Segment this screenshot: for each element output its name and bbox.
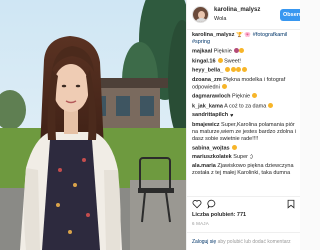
login-prompt: Zaloguj się aby polubić lub dodać koment… <box>187 232 300 250</box>
comment-text: A coż to za dama <box>224 103 267 109</box>
comment-text: Sweet! <box>224 58 241 64</box>
location[interactable]: Wola <box>214 16 226 22</box>
list-item: mariuszkolatek Super ;) <box>192 154 299 161</box>
comment-username[interactable]: kingal.16 <box>192 58 216 64</box>
likes-count[interactable]: Liczba polubień: 771 <box>192 212 246 218</box>
post-date: 6 MAJA <box>192 221 209 226</box>
login-prompt-text: aby polubić lub dodać komentarz <box>216 239 291 245</box>
list-item: sandrittapilch ♥ <box>192 112 299 120</box>
list-item: dzoana_zm Piękna modelka i fotograf odpo… <box>192 77 299 92</box>
comment-username[interactable]: dzoana_zm <box>192 77 222 83</box>
comment-text: Super ;) <box>233 154 253 160</box>
smile-emoji-icon <box>239 48 245 53</box>
list-item: dagmarawloch Pięknie <box>192 93 299 101</box>
comment-username[interactable]: bmajewicz <box>192 122 220 128</box>
post-details-pane: karolina_malysz Wola Obserwuj karolina_m… <box>186 0 300 250</box>
comment-username[interactable]: sandrittapilch <box>192 112 228 118</box>
avatar[interactable] <box>192 6 209 23</box>
caption-username[interactable]: karolina_malysz <box>192 32 235 38</box>
list-item: kingal.16 Sweet! <box>192 57 299 66</box>
comment-icon[interactable] <box>207 199 217 209</box>
comment-username[interactable]: dagmarawloch <box>192 94 231 100</box>
smile-emoji-icon <box>221 83 227 89</box>
comment-username[interactable]: k_jak_kama <box>192 103 223 109</box>
login-link[interactable]: Zaloguj się <box>192 239 216 245</box>
heart-eyes-emoji-icon <box>241 67 247 72</box>
comments-list: karolina_malysz 🏆 🌸 #fotografkamil #spri… <box>187 32 300 194</box>
comment-username[interactable]: sabina_wojtas <box>192 145 230 151</box>
list-item: sabina_wojtas <box>192 144 299 153</box>
username[interactable]: karolina_malysz <box>214 7 260 13</box>
comment-username[interactable]: ala.maria <box>192 163 216 169</box>
comment-username[interactable]: heyy_bella_ <box>192 68 223 74</box>
heart-emoji-icon: ♥ <box>230 112 234 119</box>
caption: karolina_malysz 🏆 🌸 #fotografkamil #spri… <box>192 32 299 46</box>
flower-emoji-icon <box>233 48 239 53</box>
heart-eyes-emoji-icon <box>230 67 236 72</box>
heart-eyes-emoji-icon <box>252 93 258 98</box>
heart-icon[interactable] <box>192 199 202 209</box>
heart-eyes-emoji-icon <box>236 67 242 72</box>
list-item: bmajewicz Super,Karolina polamania piór … <box>192 122 299 143</box>
list-item: ala.maria Zjawiskowo piękna dziewczyna z… <box>192 163 299 177</box>
photo-scene <box>0 0 186 250</box>
list-item: majkaal Pięknie <box>192 48 299 56</box>
comment-username[interactable]: mariuszkolatek <box>192 154 232 160</box>
list-item: k_jak_kama A coż to za dama <box>192 102 299 111</box>
heart-eyes-emoji-icon <box>225 67 231 72</box>
comment-username[interactable]: majkaal <box>192 49 212 55</box>
follow-button[interactable]: Obserwuj <box>280 9 300 21</box>
heart-eyes-emoji-icon <box>268 102 274 108</box>
bookmark-icon[interactable] <box>286 199 296 209</box>
comment-text: Pięknie <box>213 48 232 55</box>
comment-text: Pięknie <box>232 93 251 100</box>
post-header: karolina_malysz Wola Obserwuj <box>187 0 300 30</box>
post-actions <box>187 196 300 210</box>
post-photo[interactable] <box>0 0 186 250</box>
list-item: heyy_bella_ <box>192 67 299 75</box>
heart-eyes-emoji-icon <box>217 57 223 63</box>
heart-eyes-emoji-icon <box>231 144 237 150</box>
